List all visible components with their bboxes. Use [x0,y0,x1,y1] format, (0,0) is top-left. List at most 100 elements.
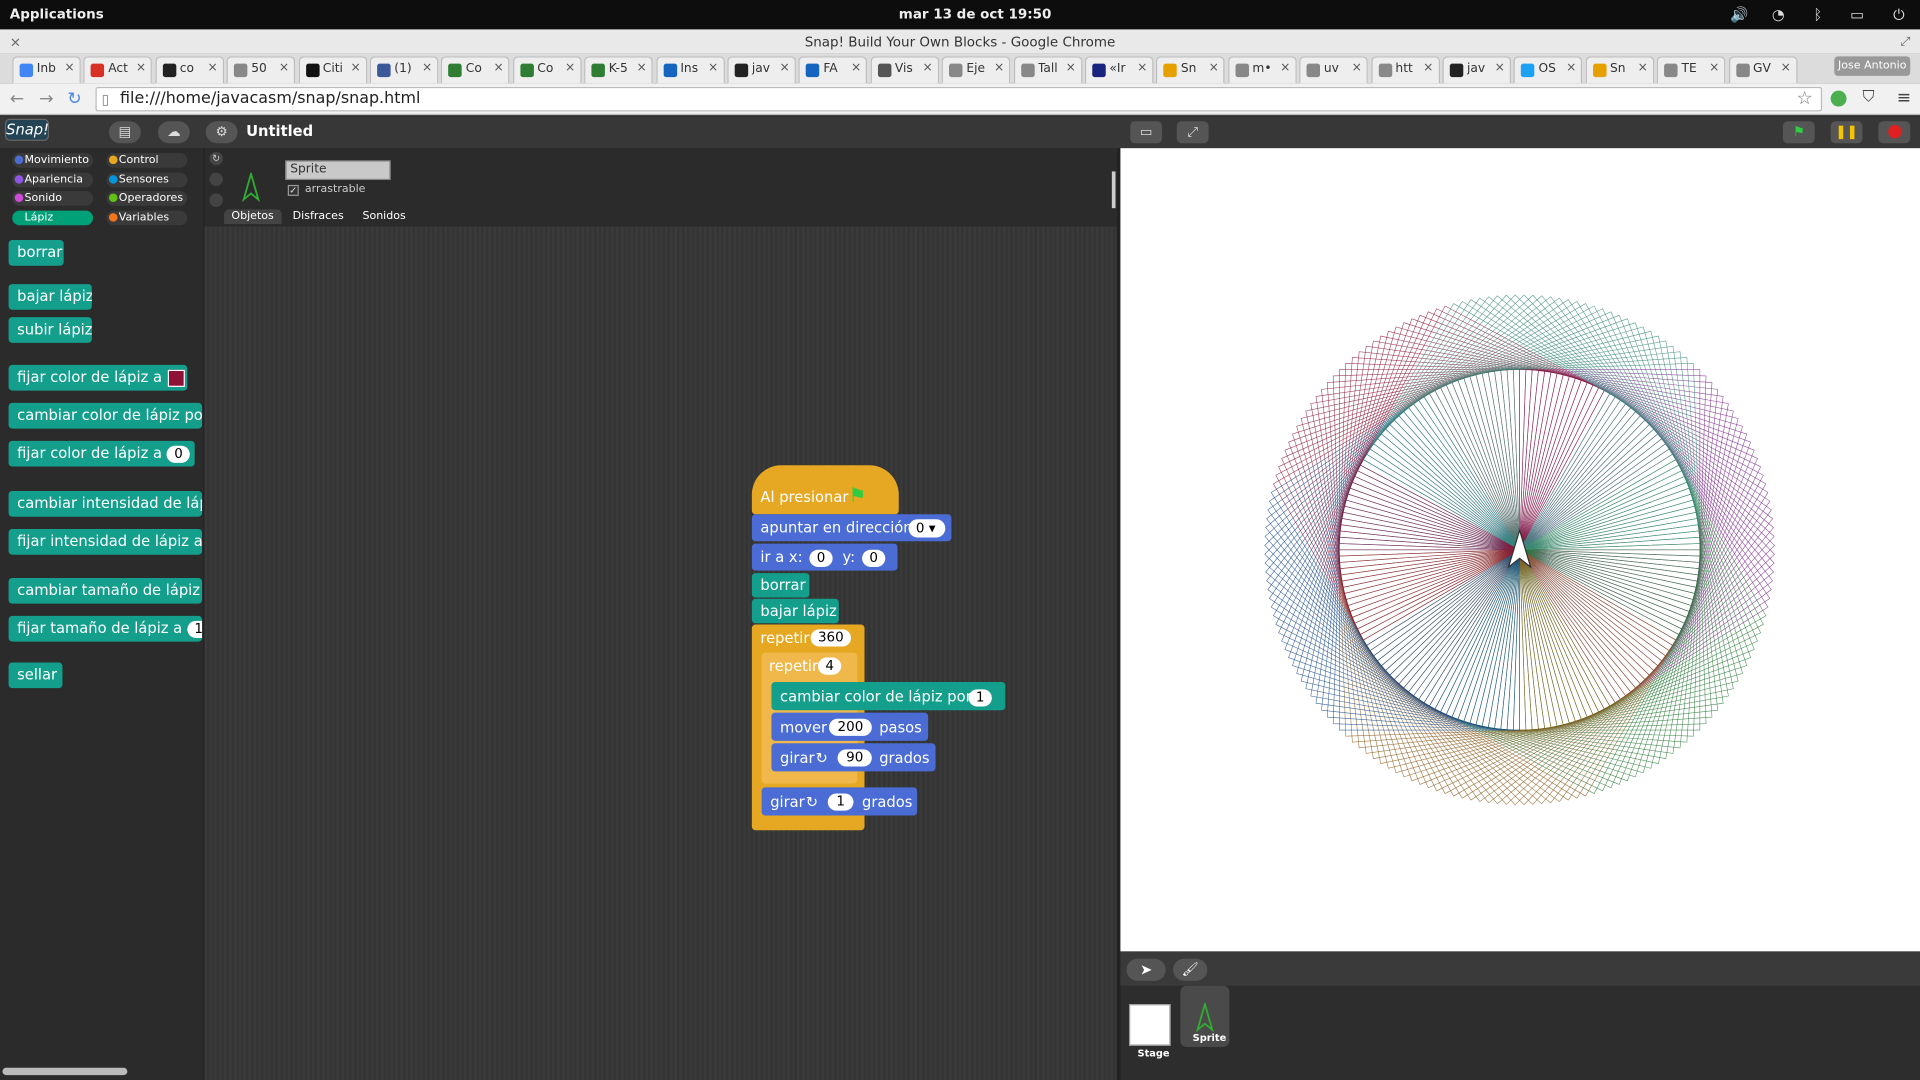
tab-close-icon[interactable]: × [1709,61,1719,74]
presentation-mode-button[interactable]: ⤢ [1176,121,1209,144]
tab-close-icon[interactable]: × [708,61,718,74]
volume-icon[interactable]: 🔊 [1730,6,1748,23]
sprite-icon[interactable]: Sprite [1180,985,1230,1047]
browser-tab[interactable]: jav × [1442,56,1512,84]
browser-tab[interactable]: co × [155,56,224,84]
category-control[interactable]: Control [106,153,188,168]
scripting-area[interactable] [204,148,1117,1080]
tab-close-icon[interactable]: × [207,61,217,74]
window-close-icon[interactable]: × [10,29,21,56]
green-flag-button[interactable]: ⚑ [1782,121,1815,144]
tab-close-icon[interactable]: × [279,61,289,74]
browser-tab[interactable]: Eje × [941,56,1011,84]
y-input[interactable]: 0 [862,549,886,567]
category-apariencia[interactable]: Apariencia [12,172,94,187]
tab-close-icon[interactable]: × [64,61,74,74]
browser-tab[interactable]: htt × [1370,56,1440,84]
stage-thumbnail[interactable] [1128,1004,1171,1046]
stop-button[interactable] [1878,121,1911,144]
block-pen-down[interactable]: bajar lápiz [8,284,92,310]
block-set-pen-color[interactable]: fijar color de lápiz a [8,364,188,391]
reload-icon[interactable]: ↻ [67,89,81,109]
browser-tab[interactable]: GV × [1728,56,1798,84]
input-slot[interactable]: 0 [166,445,191,463]
address-bar[interactable]: ▯ file:///home/javacasm/snap/snap.html [95,86,1823,112]
browser-tab[interactable]: Inb × [12,56,81,84]
x-input[interactable]: 0 [809,549,833,567]
forward-icon[interactable]: → [39,89,53,109]
tab-close-icon[interactable]: × [493,61,503,74]
tab-close-icon[interactable]: × [1352,61,1362,74]
tab-close-icon[interactable]: × [636,61,646,74]
category-sonido[interactable]: Sonido [12,191,94,206]
settings-button[interactable]: ⚙ [205,121,238,144]
tab-costumes[interactable]: Disfraces [293,209,344,224]
category-variables[interactable]: Variables [106,210,188,225]
tab-close-icon[interactable]: × [422,61,432,74]
rotation-none-icon[interactable] [209,193,223,207]
browser-tab[interactable]: jav × [727,56,796,84]
browser-tab[interactable]: m• × [1227,56,1297,84]
rotation-full-icon[interactable]: ↻ [209,151,223,166]
category-movimiento[interactable]: Movimiento [12,153,94,168]
paint-new-sprite-button[interactable]: 🖌 [1173,958,1208,981]
category-lapiz[interactable]: Lápiz [12,210,94,225]
sprite-name-field[interactable]: Sprite [285,160,391,181]
back-icon[interactable]: ← [10,89,24,109]
tab-close-icon[interactable]: × [1066,61,1076,74]
color-change-input[interactable]: 1 [968,689,992,707]
rotation-flip-icon[interactable] [209,172,223,187]
tab-close-icon[interactable]: × [1638,61,1648,74]
browser-tab[interactable]: Vis × [870,56,939,84]
block-set-pen-color-number[interactable]: fijar color de lápiz a0 [8,440,195,467]
draggable-checkbox[interactable]: ✓ [287,184,299,196]
profile-button[interactable]: Jose Antonio [1834,56,1911,76]
block-pen-up[interactable]: subir lápiz [8,317,92,343]
block-stamp[interactable]: sellar [8,662,63,689]
block-clear[interactable]: borrar [8,240,64,266]
tab-close-icon[interactable]: × [136,61,146,74]
pause-button[interactable]: ❚❚ [1830,121,1863,144]
tab-close-icon[interactable]: × [923,61,933,74]
tab-close-icon[interactable]: × [1423,61,1433,74]
tab-close-icon[interactable]: × [994,61,1004,74]
block-change-pen-shade[interactable]: cambiar intensidad de lápiz [8,491,203,517]
browser-tab[interactable]: Co × [512,56,582,84]
bluetooth-icon[interactable]: ᛒ [1813,6,1822,23]
tab-close-icon[interactable]: × [851,61,861,74]
tab-close-icon[interactable]: × [1566,61,1576,74]
file-menu-button[interactable]: ▤ [108,121,141,144]
browser-tab[interactable]: Ins × [655,56,725,84]
repeat-count-input[interactable]: 360 [810,629,852,647]
browser-tab[interactable]: «Ir × [1084,56,1154,84]
browser-tab[interactable]: Sn × [1156,56,1225,84]
category-sensores[interactable]: Sensores [106,172,188,187]
tab-scripts[interactable]: Objetos [224,209,282,225]
pocket-icon[interactable]: ⛉ [1862,88,1874,106]
browser-tab[interactable]: Act × [83,56,153,84]
palette-scrollbar[interactable] [2,1067,128,1076]
browser-tab[interactable]: Citi × [298,56,367,84]
degrees-input[interactable]: 90 [837,749,872,767]
browser-tab[interactable]: (1) × [369,56,439,84]
browser-tab[interactable]: TE × [1656,56,1726,84]
tab-close-icon[interactable]: × [1137,61,1147,74]
block-set-pen-shade[interactable]: fijar intensidad de lápiz a [8,528,203,555]
snap-logo[interactable]: Snap! [4,118,49,141]
steps-input[interactable]: 200 [828,718,872,736]
power-icon[interactable]: ⏻ [1893,6,1905,24]
wifi-icon[interactable]: ◔ [1772,6,1785,23]
browser-tab[interactable]: Sn × [1585,56,1655,84]
tab-sounds[interactable]: Sonidos [362,209,405,224]
browser-tab[interactable]: 50 × [226,56,296,84]
tab-close-icon[interactable]: × [780,61,790,74]
browser-tab[interactable]: Tall × [1013,56,1082,84]
color-swatch[interactable] [168,369,186,387]
tab-close-icon[interactable]: × [1781,61,1791,74]
extension-icon[interactable] [1830,90,1847,107]
tab-close-icon[interactable]: × [1280,61,1290,74]
tab-close-icon[interactable]: × [565,61,575,74]
degrees-input[interactable]: 1 [827,793,854,811]
direction-dropdown[interactable]: 0 ▾ [908,519,946,538]
chrome-menu-icon[interactable]: ≡ [1897,88,1911,108]
